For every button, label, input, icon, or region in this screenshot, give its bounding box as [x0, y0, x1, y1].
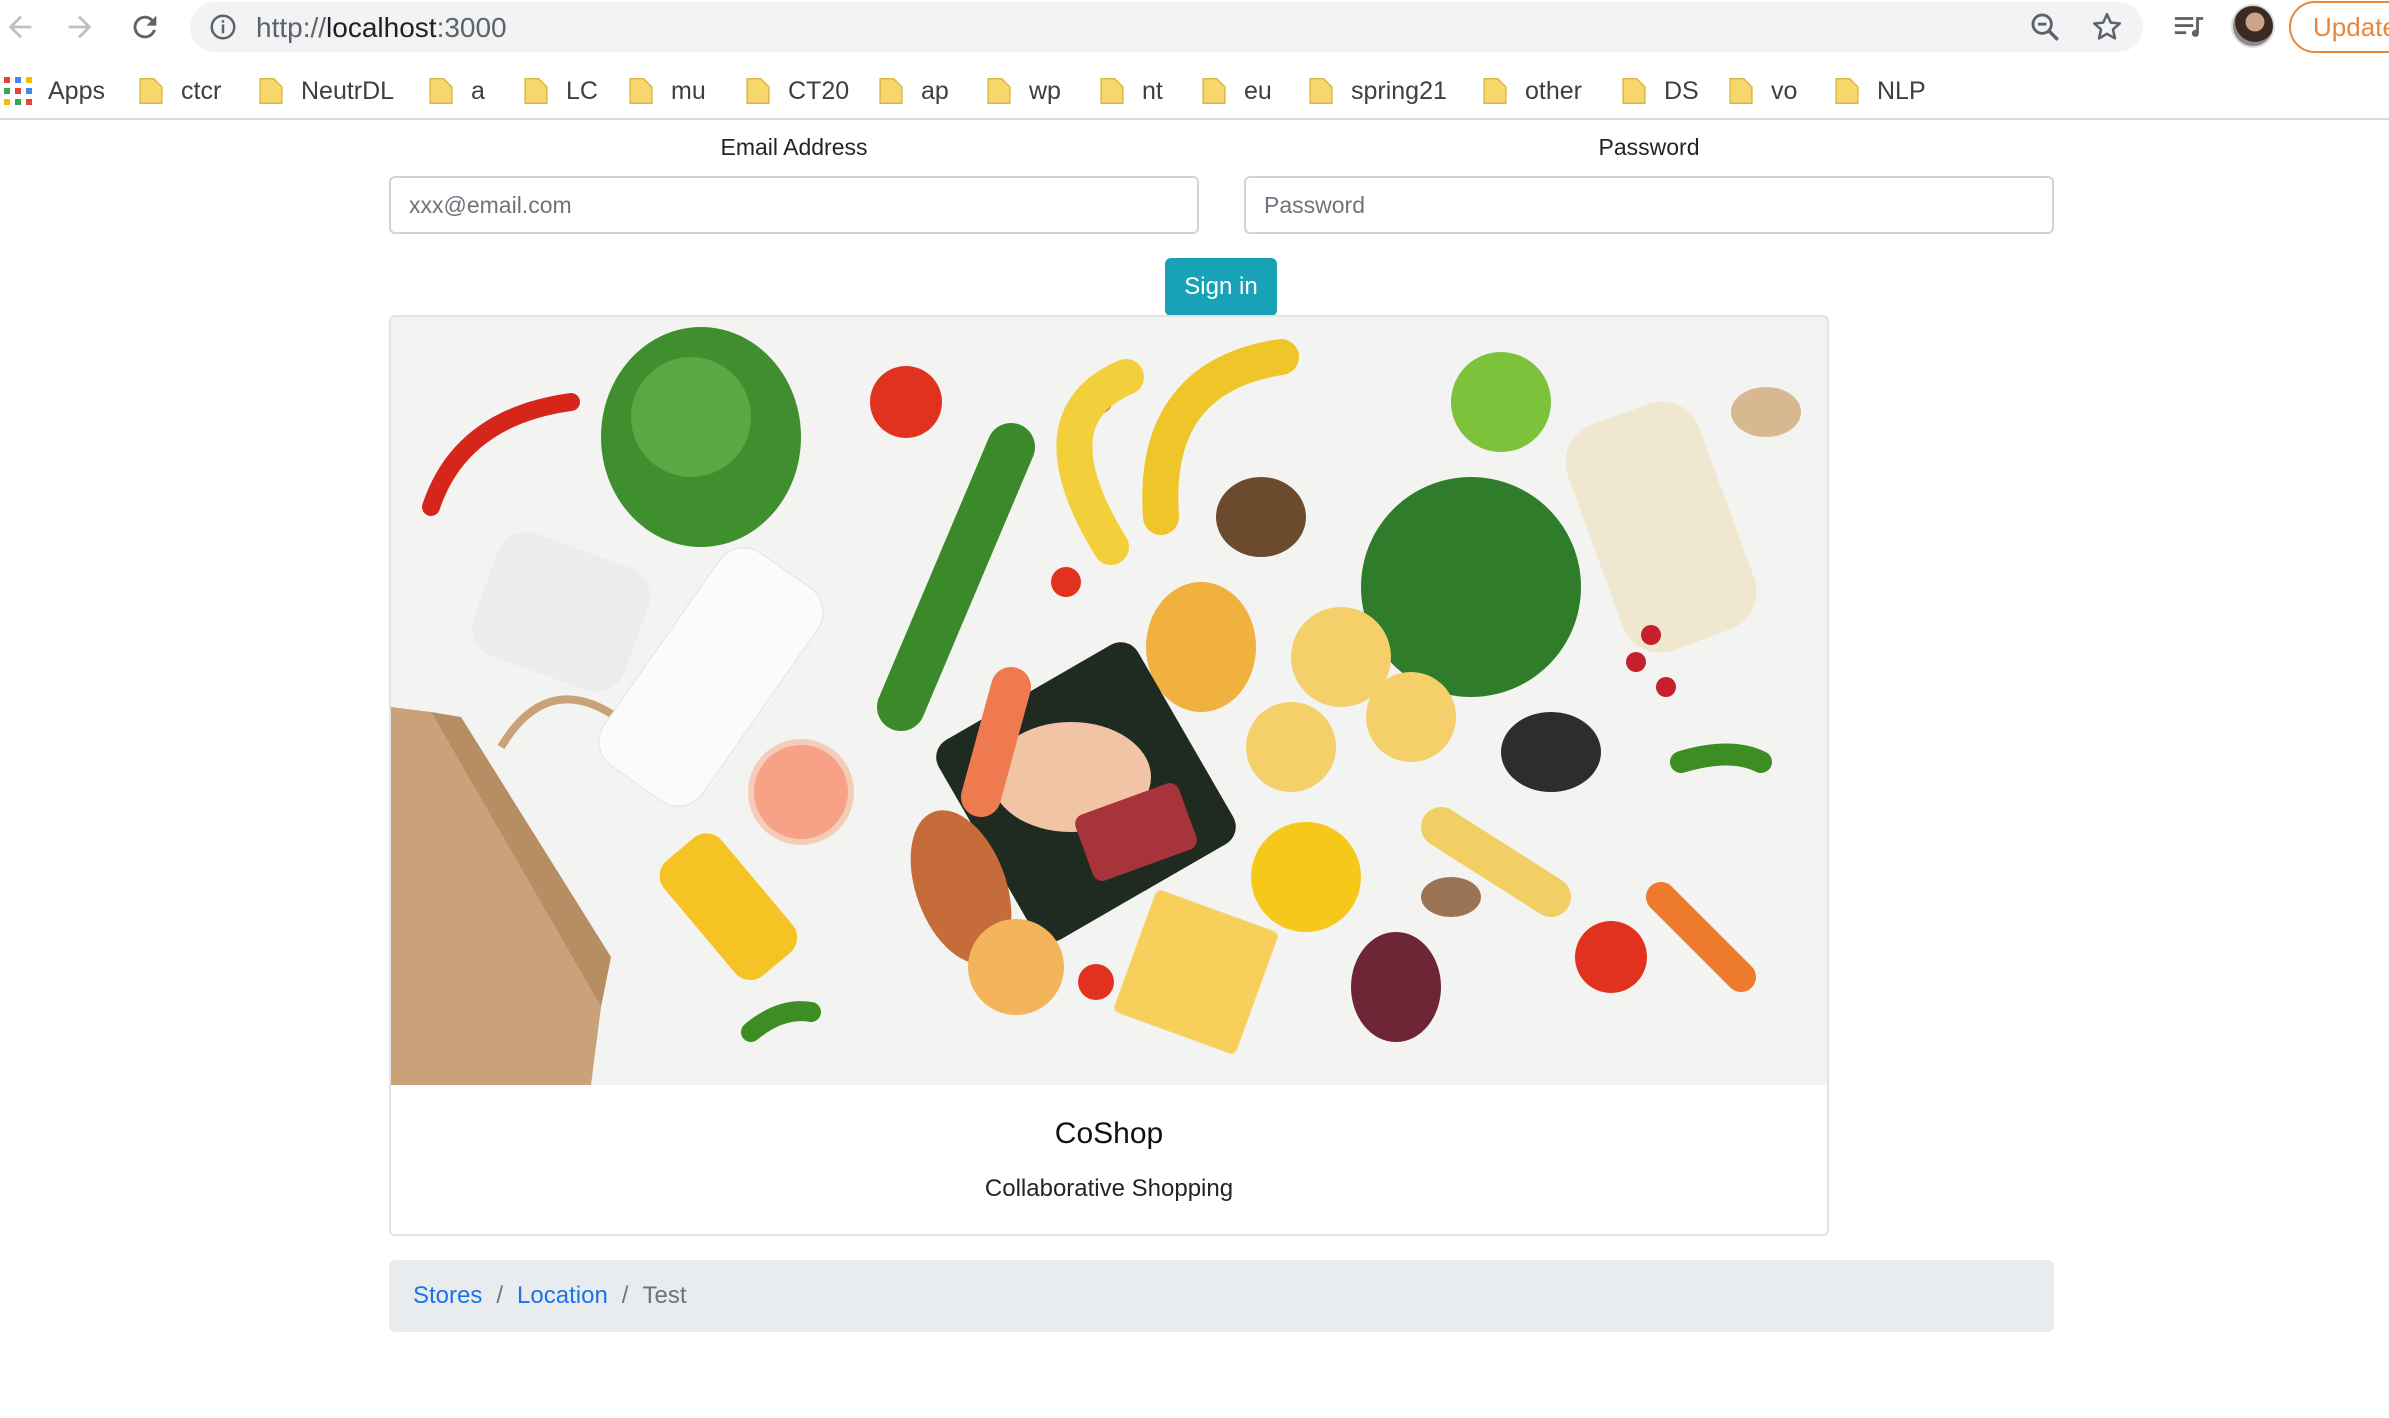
- folder-icon: [1622, 78, 1646, 104]
- browser-toolbar: http://localhost:3000 Update: [0, 0, 2389, 54]
- breadcrumb-item-location[interactable]: Location: [517, 1282, 608, 1310]
- forward-button[interactable]: [60, 7, 100, 47]
- sign-in-button[interactable]: Sign in: [1165, 258, 1277, 316]
- bookmark-folder[interactable]: ctcr: [137, 74, 221, 108]
- bookmark-folder[interactable]: a: [427, 74, 485, 108]
- bookmark-label: ap: [921, 76, 949, 105]
- bookmarks-bar: Apps ctcr NeutrDL a LC mu CT20 ap wp nt …: [0, 62, 2389, 120]
- bookmark-folder[interactable]: mu: [627, 74, 706, 108]
- bookmark-folder[interactable]: other: [1481, 74, 1582, 108]
- breadcrumb: Stores / Location / Test: [389, 1260, 2054, 1332]
- media-playlist-icon[interactable]: [2172, 10, 2206, 44]
- bookmark-folder[interactable]: ap: [877, 74, 949, 108]
- groceries-hero-image: [391, 317, 1827, 1085]
- bookmark-folder[interactable]: CT20: [744, 74, 849, 108]
- folder-icon: [139, 78, 163, 104]
- back-button[interactable]: [0, 7, 40, 47]
- bookmark-apps[interactable]: Apps: [4, 74, 105, 108]
- folder-icon: [429, 78, 453, 104]
- hero-card: CoShop Collaborative Shopping: [389, 315, 1829, 1236]
- folder-icon: [1483, 78, 1507, 104]
- bookmark-label: other: [1525, 76, 1582, 105]
- folder-icon: [1729, 78, 1753, 104]
- bookmark-folder[interactable]: DS: [1620, 74, 1699, 108]
- bookmark-label: spring21: [1351, 76, 1447, 105]
- breadcrumb-separator: /: [621, 1282, 629, 1309]
- profile-avatar[interactable]: [2231, 4, 2275, 48]
- bookmark-folder[interactable]: nt: [1098, 74, 1163, 108]
- bookmark-star-icon[interactable]: [2090, 10, 2124, 44]
- bookmark-label: wp: [1029, 76, 1061, 105]
- url-text[interactable]: http://localhost:3000: [256, 12, 507, 44]
- bookmark-label: vo: [1771, 76, 1798, 105]
- folder-icon: [1202, 78, 1226, 104]
- bookmark-folder[interactable]: NLP: [1833, 74, 1926, 108]
- update-button[interactable]: Update: [2289, 1, 2389, 53]
- folder-icon: [1309, 78, 1333, 104]
- arrow-left-icon: [8, 15, 32, 39]
- address-bar[interactable]: http://localhost:3000: [190, 2, 2143, 52]
- bookmark-label: Apps: [48, 76, 105, 105]
- bookmark-folder[interactable]: vo: [1727, 74, 1797, 108]
- bookmark-folder[interactable]: spring21: [1307, 74, 1447, 108]
- bookmark-label: DS: [1664, 76, 1699, 105]
- breadcrumb-item-current: Test: [642, 1282, 687, 1309]
- password-field[interactable]: [1244, 176, 2054, 234]
- bookmark-label: eu: [1244, 76, 1272, 105]
- bookmark-folder[interactable]: wp: [985, 74, 1061, 108]
- bookmark-label: nt: [1142, 76, 1163, 105]
- email-field[interactable]: [389, 176, 1199, 234]
- bookmark-label: ctcr: [181, 76, 222, 105]
- bookmark-label: NeutrDL: [301, 76, 395, 105]
- bookmark-label: NLP: [1877, 76, 1926, 105]
- bookmark-label: CT20: [788, 76, 850, 105]
- bookmark-folder[interactable]: eu: [1200, 74, 1272, 108]
- folder-icon: [259, 78, 283, 104]
- reload-icon: [133, 15, 157, 39]
- zoom-icon[interactable]: [2028, 10, 2062, 44]
- info-icon[interactable]: [208, 12, 238, 42]
- bookmark-folder[interactable]: NeutrDL: [257, 74, 394, 108]
- bookmark-label: a: [471, 76, 485, 105]
- folder-icon: [1835, 78, 1859, 104]
- password-label: Password: [1598, 134, 1700, 160]
- folder-icon: [629, 78, 653, 104]
- breadcrumb-separator: /: [496, 1282, 504, 1309]
- folder-icon: [987, 78, 1011, 104]
- arrow-right-icon: [68, 15, 92, 39]
- card-subtitle: Collaborative Shopping: [984, 1175, 1234, 1202]
- folder-icon: [746, 78, 770, 104]
- bookmark-label: mu: [671, 76, 706, 105]
- bookmark-label: LC: [566, 76, 598, 105]
- reload-button[interactable]: [125, 7, 165, 47]
- folder-icon: [879, 78, 903, 104]
- folder-icon: [1100, 78, 1124, 104]
- bookmark-folder[interactable]: LC: [522, 74, 598, 108]
- breadcrumb-item-stores[interactable]: Stores: [413, 1282, 482, 1310]
- card-title: CoShop: [1054, 1117, 1164, 1150]
- apps-grid-icon: [4, 77, 32, 105]
- folder-icon: [524, 78, 548, 104]
- email-label: Email Address: [720, 134, 868, 160]
